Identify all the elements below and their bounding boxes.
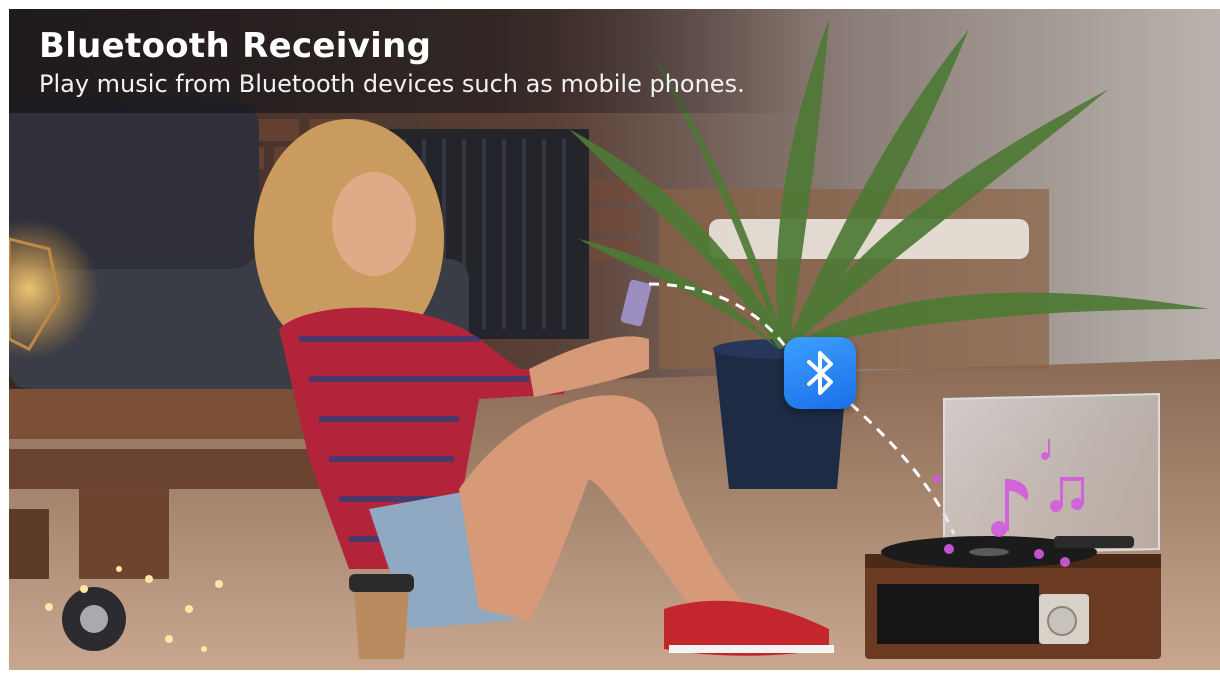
title-banner: Bluetooth Receiving Play music from Blue… — [9, 9, 809, 113]
product-image: Bluetooth Receiving Play music from Blue… — [9, 9, 1220, 670]
bluetooth-icon — [784, 337, 856, 409]
banner-subtitle: Play music from Bluetooth devices such a… — [39, 70, 745, 98]
banner-title: Bluetooth Receiving — [39, 26, 432, 66]
